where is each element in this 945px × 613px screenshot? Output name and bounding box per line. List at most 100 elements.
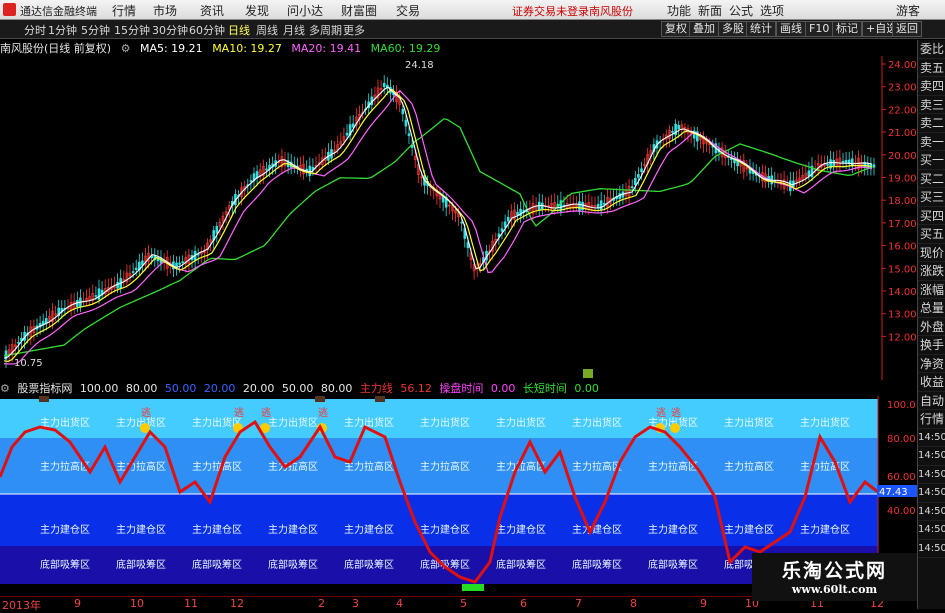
period-daily[interactable]: 日线	[228, 22, 250, 38]
sidebar-item-17[interactable]: 净资	[918, 355, 945, 373]
sidebar-item-25[interactable]: 14:50	[918, 503, 945, 521]
ind-scale-40: 40.00	[887, 506, 916, 517]
ind-scale-100: 100.0	[887, 400, 916, 411]
sidebar-item-5[interactable]: 卖一	[918, 133, 945, 151]
menu-shichang[interactable]: 市场	[153, 2, 177, 19]
site-watermark: 乐淘公式网 www.60lt.com	[752, 553, 917, 601]
ma5-value: MA5: 19.21	[139, 42, 203, 55]
period-fenshi[interactable]: 分时	[24, 22, 46, 38]
zone-label-bottom: 底部吸筹区	[268, 558, 318, 571]
sidebar-item-20[interactable]: 行情	[918, 410, 945, 429]
ma20-value: MA20: 19.41	[291, 42, 362, 55]
sidebar-item-24[interactable]: 14:50	[918, 484, 945, 503]
escape-label: 逃	[141, 406, 151, 419]
period-monthly[interactable]: 月线	[283, 22, 305, 38]
duogu-button[interactable]: 多股	[718, 21, 748, 37]
menu-xinmian[interactable]: 新面	[698, 2, 722, 19]
zone-label-top: 主力出货区	[420, 416, 470, 429]
price-chart[interactable]: 24.00 23.00 22.00 21.00 20.00 19.00 18.00 17.00…	[0, 56, 917, 380]
menu-zixun[interactable]: 资讯	[200, 2, 224, 19]
sidebar-item-19[interactable]: 自动	[918, 392, 945, 410]
login-status[interactable]: 证券交易未登录	[512, 3, 589, 19]
param-7: 80.00	[320, 382, 353, 395]
period-multi[interactable]: 多周期	[309, 22, 342, 38]
guest-label[interactable]: 游客	[896, 2, 920, 19]
back-button[interactable]: 返回	[892, 21, 922, 37]
indicator-name[interactable]: 股票指标网	[17, 382, 72, 395]
candle-body	[578, 201, 581, 211]
date-tick-label: 11	[184, 597, 198, 610]
period-1min[interactable]: 1分钟	[48, 22, 77, 38]
date-tick-label: 7	[575, 597, 582, 610]
sidebar-item-12[interactable]: 涨跌	[918, 262, 945, 281]
candle-body	[503, 221, 507, 228]
menu-hangqing[interactable]: 行情	[112, 2, 136, 19]
sidebar-item-26[interactable]: 14:50	[918, 521, 945, 540]
zone-label-middle: 主力建仓区	[648, 523, 698, 536]
zone-label-bottom: 底部吸筹区	[40, 558, 90, 571]
period-more[interactable]: 更多	[343, 22, 365, 38]
sidebar-item-8[interactable]: 买三	[918, 188, 945, 207]
sidebar-item-15[interactable]: 外盘	[918, 318, 945, 336]
sidebar-item-7[interactable]: 买二	[918, 170, 945, 188]
sidebar-item-2[interactable]: 卖四	[918, 77, 945, 96]
zone-label-bottom: 底部吸筹区	[344, 558, 394, 571]
app-title: 通达信金融终端	[20, 5, 97, 18]
sidebar-item-9[interactable]: 买四	[918, 207, 945, 225]
sidebar-item-0[interactable]: 委比	[918, 40, 945, 59]
event-marker-icon[interactable]	[583, 369, 593, 378]
candle-body	[640, 168, 643, 173]
candle-body	[345, 132, 349, 136]
tongji-button[interactable]: 统计	[746, 21, 776, 37]
fuquan-button[interactable]: 复权	[661, 21, 691, 37]
menu-faxian[interactable]: 发现	[245, 2, 269, 19]
ma5-line	[3, 86, 873, 359]
sidebar-item-11[interactable]: 现价	[918, 244, 945, 262]
price-tick-label: 21.00	[888, 128, 917, 139]
escape-face-icon	[670, 423, 680, 433]
period-weekly[interactable]: 周线	[256, 22, 278, 38]
huaxian-button[interactable]: 画线	[776, 21, 806, 37]
sidebar-item-14[interactable]: 总量	[918, 299, 945, 318]
sidebar-item-18[interactable]: 收益	[918, 373, 945, 392]
zone-label-middle: 主力建仓区	[496, 523, 546, 536]
date-tick-label: 4	[396, 597, 403, 610]
sidebar-item-21[interactable]: 14:50	[918, 429, 945, 447]
menu-gongshi[interactable]: 公式	[729, 2, 753, 19]
sidebar-item-13[interactable]: 涨幅	[918, 281, 945, 299]
sidebar-item-3[interactable]: 卖三	[918, 96, 945, 114]
candle-body	[599, 200, 603, 211]
indicator-settings-icon[interactable]: ⚙	[0, 382, 10, 395]
sidebar-item-4[interactable]: 卖二	[918, 114, 945, 133]
biaoji-button[interactable]: 标记	[832, 21, 862, 37]
date-tick-label: 5	[460, 597, 467, 610]
top-marker	[39, 396, 49, 402]
menu-jiaoyi[interactable]: 交易	[396, 2, 420, 19]
title-bar: 通达信金融终端 行情 市场 资讯 发现 问小达 财富圈 交易 证券交易未登录 南…	[0, 0, 945, 20]
chart-header: 南风股份(日线 前复权) ⚙ MA5: 19.21 MA10: 19.27 MA…	[0, 40, 446, 56]
sidebar-item-10[interactable]: 买五	[918, 225, 945, 244]
sidebar-item-27[interactable]: 14:50	[918, 540, 945, 558]
sidebar-item-23[interactable]: 14:50	[918, 466, 945, 484]
settings-icon[interactable]: ⚙	[121, 42, 131, 55]
price-tick-label: 23.00	[888, 83, 917, 94]
quote-sidebar: 委比 卖五 卖四 卖三 卖二 卖一 买一 买二 买三 买四 买五 现价 涨跌 涨幅 总量 外盘 换手 净资 收益 自动…	[917, 40, 945, 609]
menu-gongneng[interactable]: 功能	[667, 2, 691, 19]
menu-wenxiaoda[interactable]: 问小达	[287, 2, 323, 19]
zone-label-middle: 主力建仓区	[116, 523, 166, 536]
period-15min[interactable]: 15分钟	[114, 22, 150, 38]
price-tick-label: 15.00	[888, 264, 917, 275]
period-toolbar: 分时 1分钟 5分钟 15分钟 30分钟 60分钟 日线 周线 月线 多周期 更…	[0, 20, 945, 39]
period-60min[interactable]: 60分钟	[189, 22, 225, 38]
menu-xuanxiang[interactable]: 选项	[760, 2, 784, 19]
diejia-button[interactable]: 叠加	[689, 21, 719, 37]
ma10-line	[3, 88, 873, 363]
sidebar-item-22[interactable]: 14:50	[918, 447, 945, 466]
f10-button[interactable]: F10	[805, 21, 834, 37]
sidebar-item-16[interactable]: 换手	[918, 336, 945, 355]
sidebar-item-6[interactable]: 买一	[918, 151, 945, 170]
sidebar-item-1[interactable]: 卖五	[918, 59, 945, 77]
period-5min[interactable]: 5分钟	[81, 22, 110, 38]
period-30min[interactable]: 30分钟	[152, 22, 188, 38]
menu-caifuquan[interactable]: 财富圈	[341, 2, 377, 19]
